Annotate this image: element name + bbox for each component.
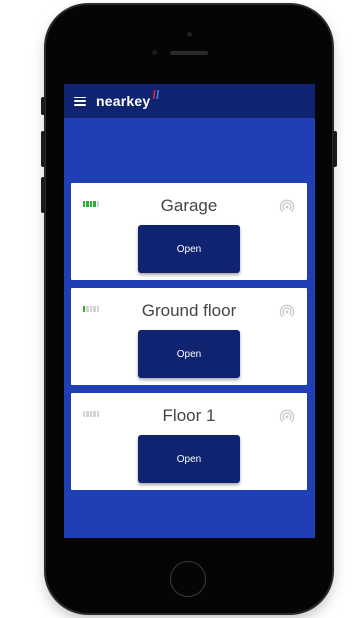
nfc-broadcast-icon xyxy=(279,198,295,214)
door-card: Ground floor Open xyxy=(71,288,307,385)
nfc-broadcast-icon xyxy=(279,408,295,424)
earpiece-speaker xyxy=(170,51,208,55)
door-name: Garage xyxy=(160,196,218,215)
proximity-sensor xyxy=(152,50,157,55)
mute-switch xyxy=(41,97,45,115)
open-door-button[interactable]: Open xyxy=(138,435,240,483)
nfc-broadcast-icon xyxy=(279,303,295,319)
brand-mark-icon xyxy=(153,90,160,99)
app-bar: nearkey xyxy=(64,84,315,118)
home-button[interactable] xyxy=(170,561,206,597)
hamburger-menu-icon[interactable] xyxy=(74,96,86,106)
volume-down-button xyxy=(41,177,45,213)
open-door-button[interactable]: Open xyxy=(138,225,240,273)
door-name: Ground floor xyxy=(141,301,237,320)
door-list: Garage Open Ground floor Open Floor 1 Open xyxy=(71,183,307,498)
brand-name: nearkey xyxy=(96,93,151,109)
open-door-button[interactable]: Open xyxy=(138,330,240,378)
phone-frame: nearkey Garage Open Ground floor Open Floor … xyxy=(41,5,337,613)
door-card: Floor 1 Open xyxy=(71,393,307,490)
power-button xyxy=(333,131,337,167)
brand-logo: nearkey xyxy=(96,90,161,109)
app-screen: nearkey Garage Open Ground floor Open Floor … xyxy=(64,84,315,538)
front-camera xyxy=(187,32,192,37)
door-name: Floor 1 xyxy=(162,406,216,425)
door-card: Garage Open xyxy=(71,183,307,280)
volume-up-button xyxy=(41,131,45,167)
